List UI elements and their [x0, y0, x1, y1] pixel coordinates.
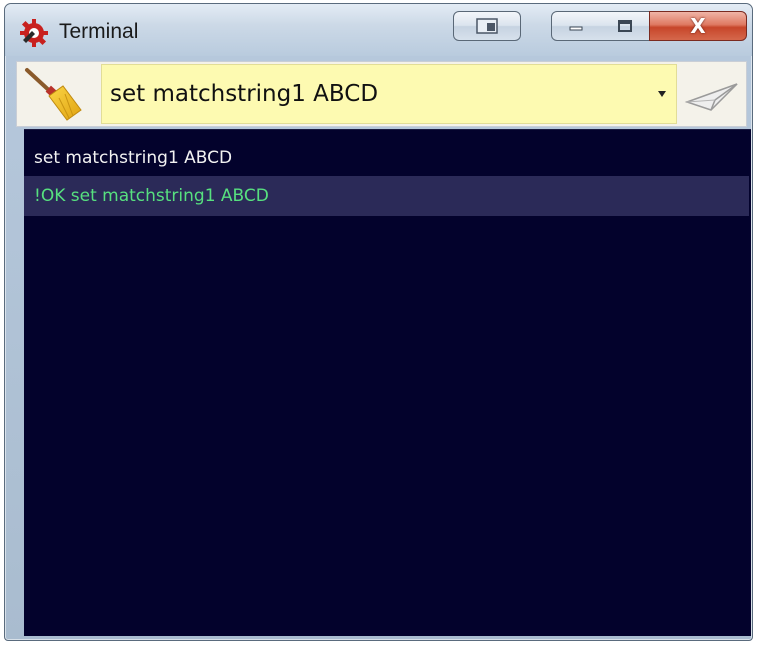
app-gear-icon	[20, 19, 48, 47]
close-button[interactable]: X	[649, 11, 747, 41]
clear-button[interactable]	[19, 64, 91, 124]
terminal-output[interactable]: set matchstring1 ABCD !OK set matchstrin…	[24, 129, 751, 636]
snap-icon	[476, 18, 498, 34]
terminal-line-command: set matchstring1 ABCD	[34, 148, 233, 168]
terminal-line-response: !OK set matchstring1 ABCD	[24, 176, 749, 216]
command-combobox[interactable]	[101, 64, 677, 124]
title-bar[interactable]: Terminal X	[5, 4, 752, 56]
minimize-button[interactable]	[551, 11, 601, 41]
maximize-icon	[617, 20, 632, 32]
snap-button[interactable]	[453, 11, 521, 41]
maximize-button[interactable]	[600, 11, 650, 41]
command-input[interactable]	[110, 77, 630, 111]
window-title: Terminal	[59, 20, 139, 43]
paper-plane-icon	[684, 83, 738, 111]
command-toolbar	[16, 61, 747, 127]
broom-icon	[25, 68, 82, 121]
dropdown-arrow-icon[interactable]	[658, 91, 666, 97]
close-icon: X	[690, 14, 706, 38]
terminal-window: Terminal X set matchstring1 ABCD set mat…	[4, 3, 753, 641]
send-button[interactable]	[681, 64, 743, 124]
minimize-icon	[569, 26, 583, 31]
